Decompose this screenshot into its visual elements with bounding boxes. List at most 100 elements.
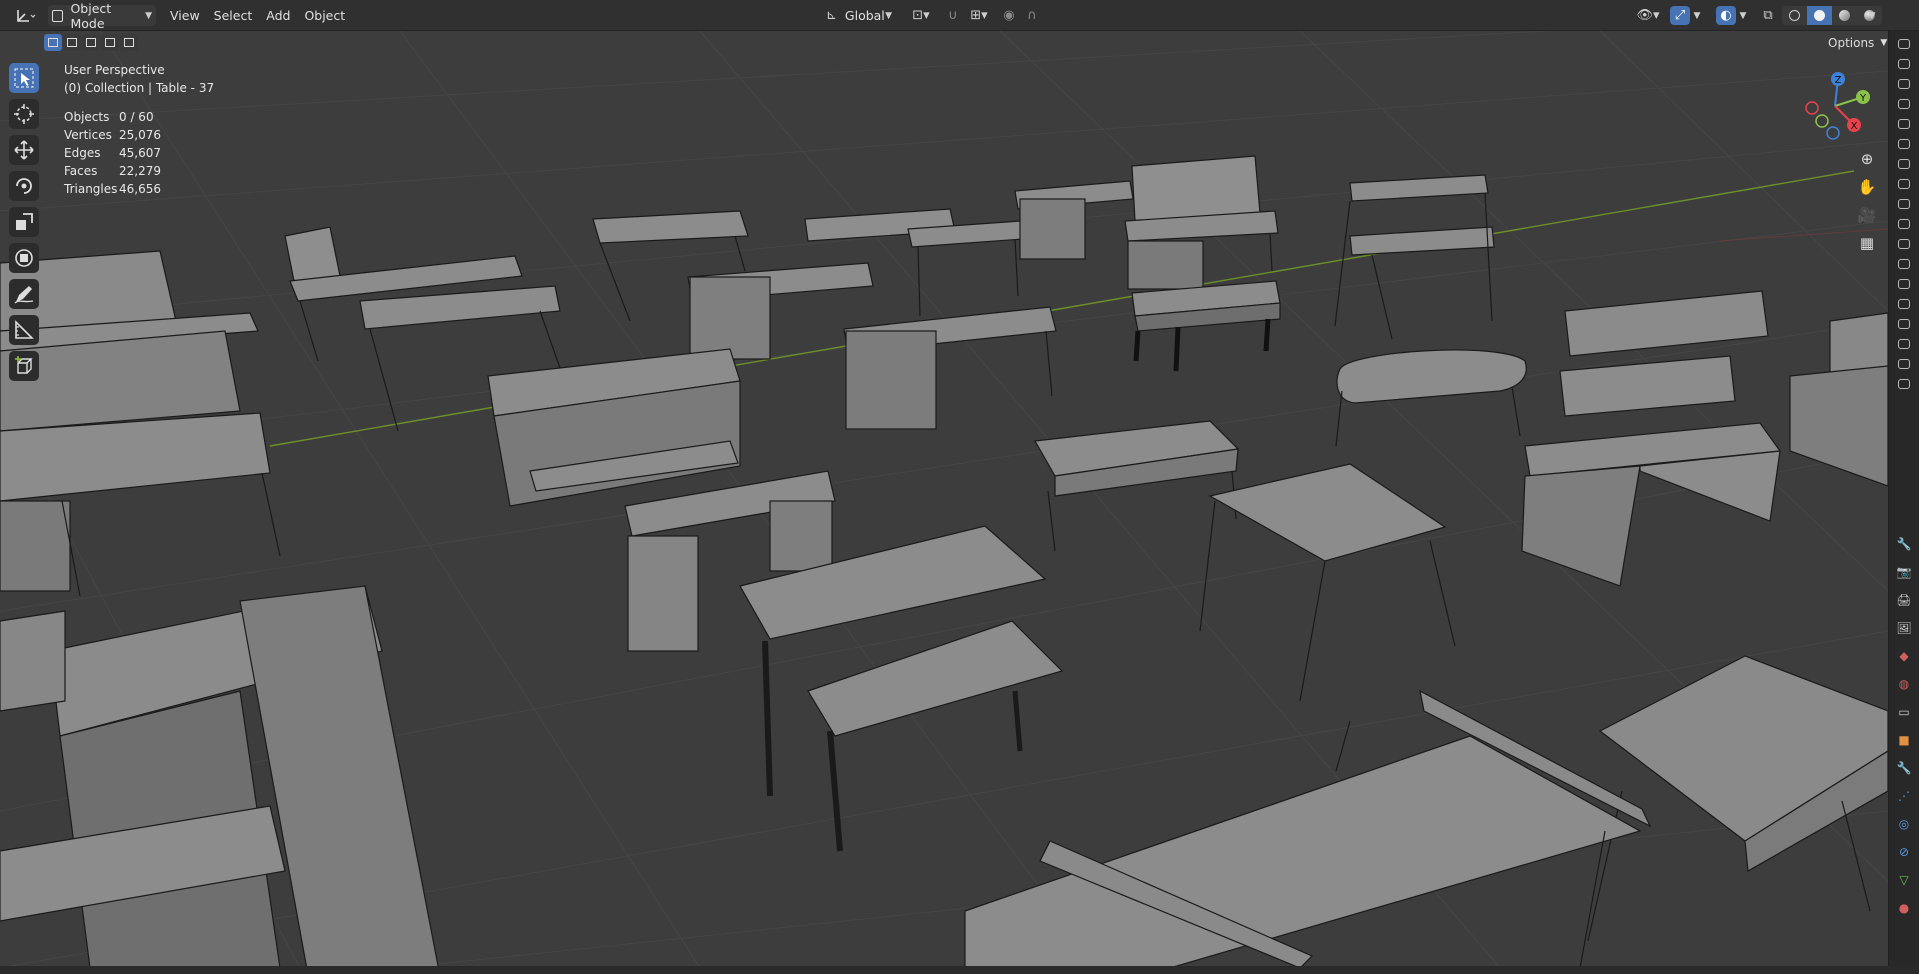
gizmo-toggle[interactable]: ⤢ [1670, 6, 1690, 25]
add-cube-icon [15, 356, 33, 374]
cursor-tool[interactable] [9, 99, 39, 129]
camera-view-button[interactable]: 🎥 [1854, 202, 1880, 228]
falloff-button[interactable]: ∩ [1020, 6, 1044, 25]
snap-target-button[interactable]: ⊞▾ [964, 6, 994, 25]
camera-icon[interactable] [1898, 159, 1910, 169]
material-properties-icon[interactable]: ● [1896, 900, 1912, 916]
output-properties-icon[interactable]: 🖨 [1896, 592, 1912, 608]
navigation-gizmo[interactable]: Z Y X [1790, 61, 1880, 151]
camera-icon[interactable] [1898, 259, 1910, 269]
solid-shading-button[interactable] [1807, 6, 1832, 25]
camera-icon[interactable] [1898, 99, 1910, 109]
select-new-button[interactable] [44, 34, 62, 51]
camera-icon[interactable] [1898, 279, 1910, 289]
mode-select[interactable]: Object Mode ▼ [48, 1, 156, 31]
menu-view[interactable]: View [163, 8, 207, 23]
xray-icon: ⧉ [1763, 8, 1773, 23]
overlays-toggle[interactable]: ◐ [1716, 6, 1736, 25]
neg-y-axis-handle[interactable] [1815, 114, 1829, 128]
add-cube-tool[interactable] [9, 351, 39, 381]
snap-toggle[interactable]: ∪ [942, 6, 964, 25]
select-extend-button[interactable] [63, 34, 81, 51]
tool-properties-icon[interactable]: 🔧 [1896, 536, 1912, 552]
transform-tool[interactable] [9, 243, 39, 273]
ruler-icon [15, 320, 34, 339]
perspective-toggle-button[interactable]: ▦ [1854, 230, 1880, 256]
measure-tool[interactable] [9, 315, 39, 345]
camera-icon[interactable] [1898, 319, 1910, 329]
cursor-arrow-icon [14, 68, 34, 88]
pivot-point-button[interactable]: ⊡▾ [906, 6, 936, 25]
camera-icon[interactable] [1898, 379, 1910, 389]
object-properties-icon[interactable]: ■ [1896, 732, 1912, 748]
modifier-properties-icon[interactable]: 🔧 [1896, 760, 1912, 776]
camera-icon[interactable] [1898, 139, 1910, 149]
viewport-header: Object Mode ▼ View Select Add Object ⊾ G… [0, 0, 1919, 31]
collection-properties-icon[interactable]: ▭ [1896, 704, 1912, 720]
material-shading-button[interactable] [1832, 6, 1857, 25]
data-properties-icon[interactable]: ▽ [1896, 872, 1912, 888]
particles-properties-icon[interactable]: ⋰ [1896, 788, 1912, 804]
camera-icon[interactable] [1898, 119, 1910, 129]
gizmo-icon: ⤢ [1674, 8, 1686, 23]
stat-faces: Faces 22,279 [64, 164, 161, 178]
3d-viewport[interactable]: User Perspective (0) Collection | Table … [0, 31, 1888, 968]
menu-object[interactable]: Object [297, 8, 352, 23]
camera-icon[interactable] [1898, 199, 1910, 209]
camera-icon: 🎥 [1857, 206, 1877, 224]
shading-options-dropdown[interactable]: ▼ [1864, 6, 1880, 25]
neg-x-axis-handle[interactable] [1805, 101, 1819, 115]
camera-icon[interactable] [1898, 339, 1910, 349]
scene-properties-icon[interactable]: ◆ [1896, 648, 1912, 664]
stat-vertices: Vertices 25,076 [64, 128, 161, 142]
camera-icon[interactable] [1898, 359, 1910, 369]
select-subtract-button[interactable] [82, 34, 100, 51]
xray-toggle[interactable]: ⧉ [1758, 6, 1778, 25]
rotate-tool[interactable] [9, 171, 39, 201]
visibility-button[interactable]: 👁▾ [1634, 6, 1662, 25]
stat-objects: Objects 0 / 60 [64, 110, 154, 124]
camera-icon[interactable] [1898, 239, 1910, 249]
select-intersect-button[interactable] [120, 34, 138, 51]
transform-icon [15, 249, 33, 267]
pivot-icon: ⊡▾ [912, 8, 930, 23]
select-box-tool[interactable] [9, 63, 39, 93]
stat-label: Vertices [64, 128, 112, 142]
overlays-dropdown[interactable]: ▼ [1736, 6, 1750, 25]
neg-z-axis-handle[interactable] [1826, 126, 1840, 140]
pan-button[interactable]: ✋ [1854, 174, 1880, 200]
camera-icon[interactable] [1898, 59, 1910, 69]
move-tool[interactable] [9, 135, 39, 165]
render-properties-icon[interactable]: 📷 [1896, 564, 1912, 580]
orientation-label: Global [844, 8, 885, 23]
view-layer-properties-icon[interactable]: 🖼 [1896, 620, 1912, 636]
header-menus: View Select Add Object [163, 5, 352, 26]
wireframe-shading-button[interactable] [1782, 6, 1807, 25]
zoom-button[interactable]: ⊕ [1854, 146, 1880, 172]
physics-properties-icon[interactable]: ◎ [1896, 816, 1912, 832]
chevron-down-icon: ▼ [1693, 10, 1701, 21]
viewport-scene [0, 31, 1888, 968]
chevron-down-icon: ▼ [1739, 10, 1747, 21]
scale-icon [16, 213, 33, 230]
x-axis-label: X [1851, 121, 1858, 132]
transform-orientation-select[interactable]: ⊾ Global ▼ [820, 5, 898, 26]
proportional-edit-toggle[interactable]: ◉ [998, 6, 1020, 25]
camera-icon[interactable] [1898, 179, 1910, 189]
menu-add[interactable]: Add [259, 8, 297, 23]
camera-icon[interactable] [1898, 219, 1910, 229]
constraints-properties-icon[interactable]: ⊘ [1896, 844, 1912, 860]
menu-select[interactable]: Select [207, 8, 260, 23]
scale-tool[interactable] [9, 207, 39, 237]
camera-icon[interactable] [1898, 79, 1910, 89]
select-invert-button[interactable] [101, 34, 119, 51]
gizmo-dropdown[interactable]: ▼ [1690, 6, 1704, 25]
editor-type-button[interactable] [8, 5, 42, 26]
active-collection: (0) Collection | Table - 37 [64, 81, 215, 95]
options-dropdown[interactable]: Options ▼ [1820, 33, 1895, 53]
chevron-down-icon: ▼ [1868, 10, 1876, 21]
camera-icon[interactable] [1898, 39, 1910, 49]
world-properties-icon[interactable]: ◍ [1896, 676, 1912, 692]
camera-icon[interactable] [1898, 299, 1910, 309]
annotate-tool[interactable] [9, 279, 39, 309]
